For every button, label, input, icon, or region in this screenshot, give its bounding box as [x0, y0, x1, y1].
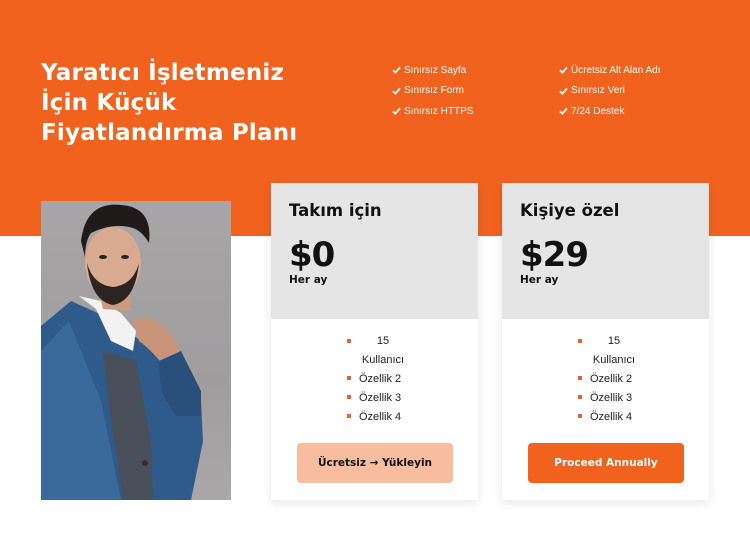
feature-item: Sınırsız Form — [392, 81, 473, 102]
plan-feature-item: Özellik 4 — [578, 408, 638, 427]
plan-feature-label: 15 Kullanıcı — [361, 335, 405, 366]
plan-feature-label: Özellik 4 — [359, 411, 402, 423]
feature-item: Sınırsız HTTPS — [392, 101, 473, 122]
feature-label: 7/24 Destek — [571, 105, 625, 117]
plan-feature-label: Özellik 2 — [359, 373, 402, 385]
plan-feature-label: Özellik 3 — [359, 392, 402, 404]
feature-label: Sınırsız Form — [404, 85, 465, 97]
feature-list-left: Sınırsız Sayfa Sınırsız Form Sınırsız HT… — [392, 60, 473, 122]
feature-item: Sınırsız Veri — [559, 81, 661, 102]
bullet-icon — [578, 339, 582, 343]
title-line: Yaratıcı İşletmeniz — [41, 60, 285, 86]
plan-feature-item: Özellik 2 — [578, 370, 638, 389]
plan-card-header: Takım için $0 Her ay — [271, 183, 478, 319]
check-icon — [559, 107, 568, 116]
feature-label: Ücretsiz Alt Alan Adı — [571, 64, 661, 76]
check-icon — [392, 107, 401, 116]
bullet-icon — [347, 376, 351, 380]
plan-price: $29 — [520, 235, 589, 275]
plan-feature-item: 15 Kullanıcı — [578, 332, 638, 370]
person-photo — [41, 201, 231, 500]
plan-period: Her ay — [520, 274, 559, 286]
feature-item: Ücretsiz Alt Alan Adı — [559, 60, 661, 81]
feature-label: Sınırsız Sayfa — [404, 64, 467, 76]
check-icon — [392, 66, 401, 75]
plan-feature-label: Özellik 2 — [590, 373, 633, 385]
plan-card-header: Kişiye özel $29 Her ay — [502, 183, 709, 319]
plan-price: $0 — [289, 235, 335, 275]
bullet-icon — [347, 414, 351, 418]
plan-card-personal: Kişiye özel $29 Her ay 15 Kullanıcı Özel… — [502, 183, 709, 500]
check-icon — [559, 87, 568, 95]
feature-list-right: Ücretsiz Alt Alan Adı Sınırsız Veri 7/24… — [559, 60, 661, 122]
title-line: İçin Küçük — [41, 90, 177, 116]
proceed-annually-button[interactable]: Proceed Annually — [528, 443, 684, 483]
plan-feature-label: Özellik 4 — [590, 411, 633, 423]
plan-name: Kişiye özel — [520, 201, 620, 220]
plan-feature-item: Özellik 3 — [347, 389, 407, 408]
plan-card-team: Takım için $0 Her ay 15 Kullanıcı Özelli… — [271, 183, 478, 500]
plan-feature-item: Özellik 3 — [578, 389, 638, 408]
check-icon — [392, 87, 401, 95]
feature-label: Sınırsız Veri — [571, 85, 625, 97]
plan-feature-item: Özellik 4 — [347, 408, 407, 427]
plan-period: Her ay — [289, 274, 328, 286]
free-install-button[interactable]: Ücretsiz → Yükleyin — [297, 443, 453, 483]
bullet-icon — [578, 376, 582, 380]
bullet-icon — [578, 414, 582, 418]
plan-feature-label: 15 Kullanıcı — [592, 335, 636, 366]
title-line: Fiyatlandırma Planı — [41, 120, 298, 146]
person-illustration — [41, 204, 203, 500]
feature-item: 7/24 Destek — [559, 101, 661, 122]
plan-feature-list: 15 Kullanıcı Özellik 2 Özellik 3 Özellik… — [347, 332, 407, 427]
plan-feature-label: Özellik 3 — [590, 392, 633, 404]
plan-name: Takım için — [289, 201, 382, 220]
bullet-icon — [347, 339, 351, 343]
page-title: Yaratıcı İşletmeniz İçin Küçük Fiyatland… — [41, 58, 361, 148]
bullet-icon — [347, 395, 351, 399]
bullet-icon — [578, 395, 582, 399]
plan-feature-item: Özellik 2 — [347, 370, 407, 389]
feature-label: Sınırsız HTTPS — [404, 105, 474, 117]
plan-feature-item: 15 Kullanıcı — [347, 332, 407, 370]
plan-feature-list: 15 Kullanıcı Özellik 2 Özellik 3 Özellik… — [578, 332, 638, 427]
feature-item: Sınırsız Sayfa — [392, 60, 473, 81]
check-icon — [559, 66, 568, 75]
